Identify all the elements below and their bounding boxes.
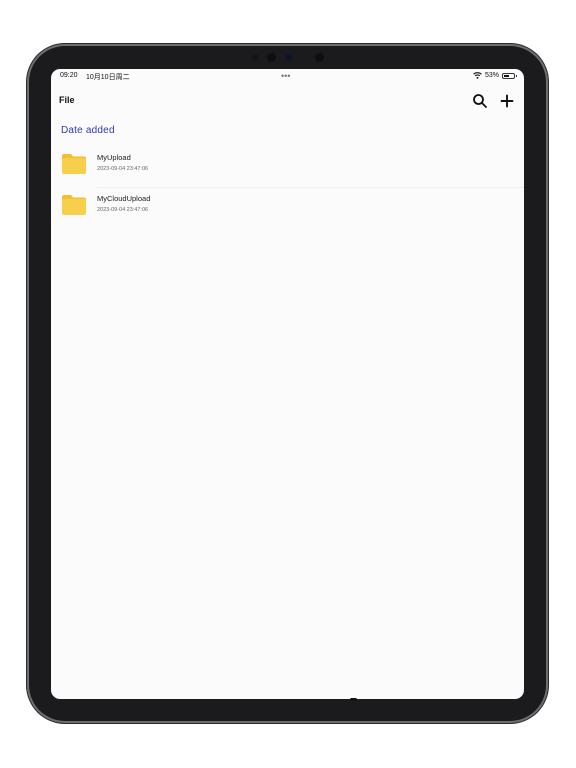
battery-percent: 53% bbox=[484, 72, 499, 79]
plus-icon[interactable] bbox=[499, 93, 515, 109]
status-time: 09:20 bbox=[60, 72, 78, 79]
section-header-date-added: Date added bbox=[61, 125, 115, 136]
battery-fill bbox=[504, 74, 509, 77]
file-row[interactable]: MyUpload 2023-09-04 23:47:06 bbox=[51, 147, 524, 188]
page-title: File bbox=[59, 95, 75, 105]
status-bar: 09:20 10月10日周二 ••• 53% bbox=[51, 69, 524, 85]
file-row[interactable]: MyCloudUpload 2023-09-04 23:47:06 bbox=[51, 188, 524, 228]
file-name: MyUpload bbox=[97, 153, 131, 162]
search-icon[interactable] bbox=[472, 93, 488, 109]
file-date: 2023-09-04 23:47:06 bbox=[97, 166, 149, 172]
status-date: 10月10日周二 bbox=[86, 74, 130, 81]
folder-icon bbox=[61, 194, 87, 216]
sensor-icon bbox=[252, 54, 259, 61]
nav-bar: File bbox=[51, 89, 524, 113]
file-name: MyCloudUpload bbox=[97, 194, 151, 203]
wifi-icon bbox=[473, 72, 482, 79]
multitasking-dots-icon[interactable]: ••• bbox=[281, 71, 290, 81]
battery-icon bbox=[502, 72, 517, 79]
faceid-icon bbox=[285, 54, 292, 61]
status-right: 53% bbox=[473, 72, 517, 79]
home-indicator[interactable] bbox=[350, 698, 357, 701]
front-camera-icon bbox=[315, 53, 324, 62]
app-screen: 09:20 10月10日周二 ••• 53% File Date added M… bbox=[51, 69, 524, 699]
battery-nub bbox=[516, 74, 517, 77]
folder-icon bbox=[61, 153, 87, 175]
camera-icon bbox=[267, 53, 276, 62]
file-date: 2023-09-04 23:47:06 bbox=[97, 207, 149, 213]
